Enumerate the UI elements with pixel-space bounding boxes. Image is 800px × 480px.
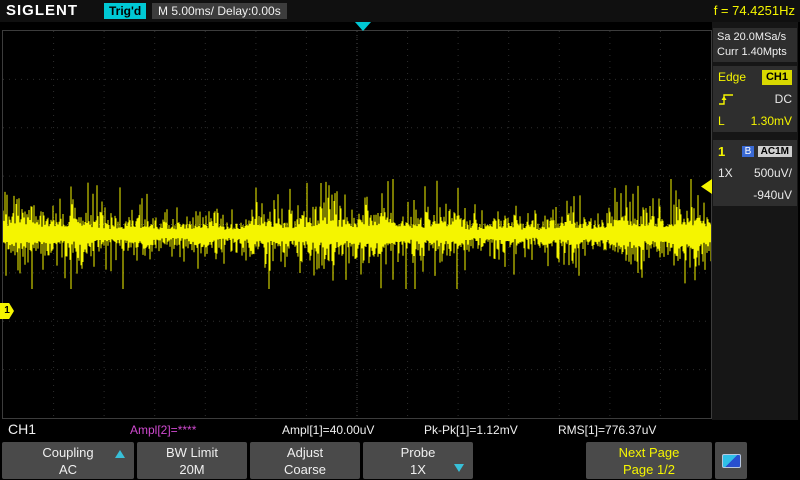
rising-edge-icon [718,93,734,106]
measurement-ampl2: Ampl[2]=**** [130,423,196,437]
trigger-position-marker [355,22,371,31]
trigger-source-badge: CH1 [762,70,792,85]
channel-info-box: 1 B AC1M 1X 500uV/ -940uV [713,140,797,206]
menu-display-button[interactable] [715,442,747,479]
softkey-next-page[interactable]: Next Page Page 1/2 [586,442,712,479]
trigger-info-box: Edge CH1 DC L 1.30mV [713,66,797,132]
softkey-menu-bar: Coupling AC BW Limit 20M Adjust Coarse P… [0,441,800,480]
brand-logo: SIGLENT [6,2,78,19]
volts-per-div-readout: 500uV/ [754,166,792,180]
sample-rate-readout: Sa 20.0MSa/s [717,30,793,45]
softkey-next-page-value: Page 1/2 [623,461,675,478]
channel-coupling-badge: AC1M [758,146,792,157]
softkey-bw-limit-value: 20M [179,461,204,478]
softkey-probe-value: 1X [410,461,426,478]
top-status-bar: SIGLENT Trig'd M 5.00ms/ Delay:0.00s f =… [0,0,800,22]
channel-number-label: 1 [718,144,725,159]
bw-limit-badge: B [742,146,755,157]
softkey-adjust-label: Adjust [287,444,323,461]
softkey-next-page-label: Next Page [619,444,680,461]
measurement-rms1: RMS[1]=776.37uV [558,423,656,437]
measurement-ampl1: Ampl[1]=40.00uV [282,423,374,437]
measurement-pkpk1: Pk-Pk[1]=1.12mV [424,423,518,437]
grid-lines [3,31,711,418]
side-info-panel: Sa 20.0MSa/s Curr 1.40Mpts Edge CH1 DC L… [712,22,798,420]
softkey-coupling-value: AC [59,461,77,478]
softkey-bw-limit[interactable]: BW Limit 20M [137,442,247,479]
probe-attenuation-readout: 1X [718,166,733,180]
measurement-channel-label: CH1 [8,421,36,437]
softkey-bw-limit-label: BW Limit [166,444,218,461]
screen-icon [722,454,741,468]
trigger-level-readout: 1.30mV [751,114,792,128]
waveform-display [2,30,712,419]
graticule [3,31,711,418]
softkey-adjust[interactable]: Adjust Coarse [250,442,360,479]
down-arrow-icon [454,464,464,472]
acquisition-info-box: Sa 20.0MSa/s Curr 1.40Mpts [713,28,797,62]
memory-depth-readout: Curr 1.40Mpts [717,45,793,60]
softkey-coupling-label: Coupling [42,444,93,461]
softkey-probe-label: Probe [401,444,436,461]
channel-offset-readout: -940uV [753,188,792,202]
softkey-adjust-value: Coarse [284,461,326,478]
trigger-mode-label: Edge [718,70,746,84]
measurement-bar: CH1 Ampl[2]=**** Ampl[1]=40.00uV Pk-Pk[1… [0,419,712,441]
frequency-counter: f = 74.4251Hz [714,3,795,18]
trigger-coupling-label: DC [775,92,792,106]
softkey-probe[interactable]: Probe 1X [363,442,473,479]
trigger-level-letter: L [718,114,725,128]
timebase-readout: M 5.00ms/ Delay:0.00s [152,3,287,19]
up-arrow-icon [115,450,125,458]
trigger-status-badge: Trig'd [104,3,146,19]
softkey-coupling[interactable]: Coupling AC [2,442,134,479]
